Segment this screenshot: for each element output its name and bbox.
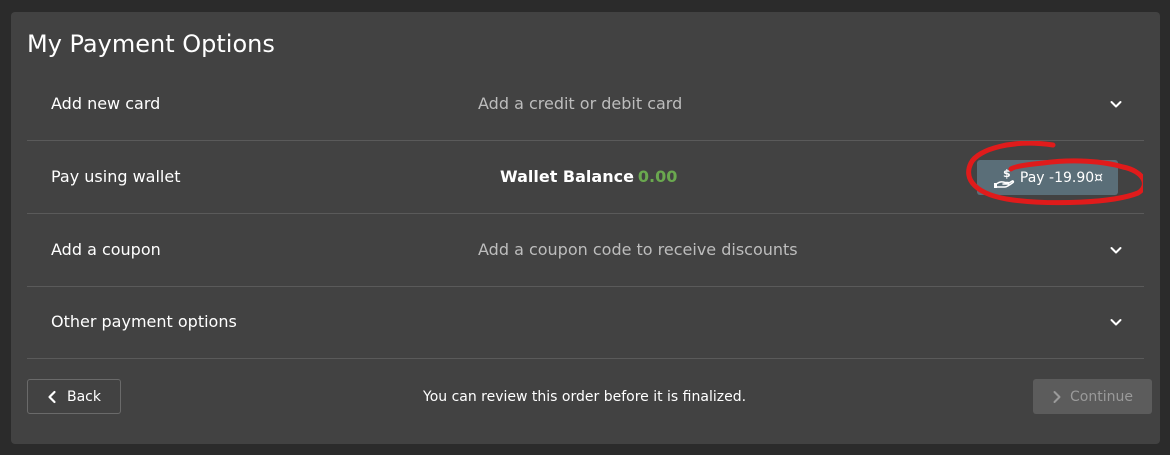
- hand-dollar-icon: $: [993, 167, 1015, 188]
- add-new-card-row[interactable]: Add new card Add a credit or debit card: [27, 68, 1144, 141]
- wallet-balance-label: Wallet Balance: [500, 167, 634, 186]
- pay-button-label: Pay -19.90¤: [1019, 169, 1104, 186]
- wallet-balance-amount: 0.00: [637, 167, 678, 186]
- add-coupon-description: Add a coupon code to receive discounts: [478, 240, 798, 259]
- continue-button[interactable]: Continue: [1033, 379, 1152, 414]
- review-order-note: You can review this order before it is f…: [423, 389, 747, 405]
- other-payment-options-label: Other payment options: [51, 312, 237, 331]
- page-title: My Payment Options: [27, 30, 275, 58]
- chevron-right-icon: [1053, 390, 1061, 403]
- svg-text:$: $: [1003, 167, 1011, 180]
- add-new-card-label: Add new card: [51, 94, 161, 113]
- pay-using-wallet-label: Pay using wallet: [51, 167, 181, 186]
- wallet-balance: Wallet Balance 0.00: [500, 141, 677, 213]
- pay-using-wallet-row: Pay using wallet Wallet Balance 0.00 $ Pa…: [27, 141, 1144, 214]
- add-coupon-label: Add a coupon: [51, 240, 161, 259]
- payment-options-panel: My Payment Options Add new card Add a cr…: [11, 12, 1160, 444]
- continue-button-label: Continue: [1070, 388, 1133, 405]
- chevron-down-icon[interactable]: [1108, 314, 1124, 330]
- pay-with-wallet-button[interactable]: $ Pay -19.90¤: [977, 160, 1118, 195]
- add-coupon-row[interactable]: Add a coupon Add a coupon code to receiv…: [27, 214, 1144, 287]
- other-payment-options-row[interactable]: Other payment options: [27, 286, 1144, 359]
- chevron-down-icon[interactable]: [1108, 96, 1124, 112]
- add-new-card-description: Add a credit or debit card: [478, 94, 683, 113]
- chevron-down-icon[interactable]: [1108, 242, 1124, 258]
- back-button-label: Back: [67, 388, 101, 405]
- back-button[interactable]: Back: [27, 379, 121, 414]
- chevron-left-icon: [48, 390, 56, 403]
- footer: Back You can review this order before it…: [27, 379, 1152, 415]
